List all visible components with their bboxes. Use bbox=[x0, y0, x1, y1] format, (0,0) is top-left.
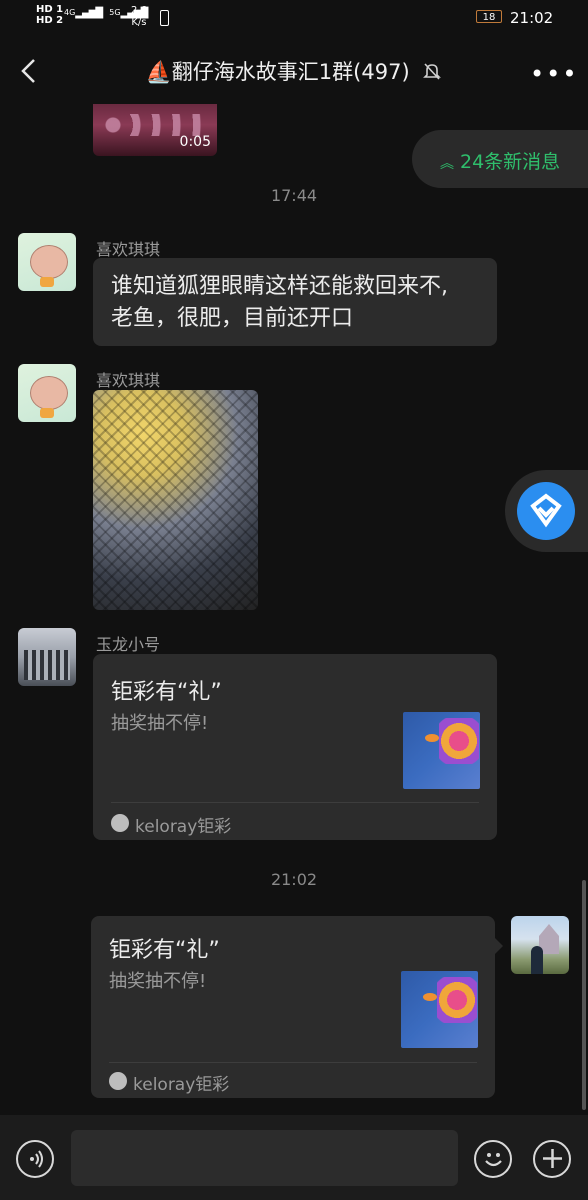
card-title: 钜彩有“礼” bbox=[109, 938, 220, 963]
link-card-message[interactable]: 钜彩有“礼” 抽奖抽不停! keloray钜彩 bbox=[93, 654, 497, 840]
more-button[interactable]: ••• bbox=[530, 60, 578, 88]
plus-icon bbox=[542, 1149, 562, 1168]
emoji-icon bbox=[484, 1153, 502, 1167]
floating-assistant-button[interactable] bbox=[517, 482, 575, 540]
emoji-button[interactable] bbox=[474, 1140, 512, 1178]
status-time: 21:02 bbox=[510, 9, 554, 27]
source-logo-icon bbox=[109, 1072, 127, 1090]
battery-icon: 18 bbox=[476, 10, 502, 23]
chevron-left-icon bbox=[21, 59, 35, 83]
card-divider bbox=[111, 802, 479, 803]
card-source: keloray钜彩 bbox=[135, 817, 232, 837]
bubble-tail bbox=[495, 938, 503, 954]
phone-vibrate-icon bbox=[160, 10, 169, 26]
sender-name: 玉龙小号 bbox=[96, 635, 161, 654]
hd1-label: HD 1 bbox=[36, 4, 64, 15]
avatar[interactable] bbox=[18, 233, 76, 291]
image-message[interactable] bbox=[93, 390, 258, 610]
link-card-message-self[interactable]: 钜彩有“礼” 抽奖抽不停! keloray钜彩 bbox=[91, 916, 495, 1098]
add-button[interactable] bbox=[533, 1140, 571, 1178]
net-speed: 2.6 K/s bbox=[131, 5, 147, 29]
pig-avatar-face bbox=[30, 376, 68, 410]
timestamp: 17:44 bbox=[270, 186, 318, 205]
voice-icon bbox=[29, 1150, 43, 1168]
sender-name: 喜欢琪琪 bbox=[96, 240, 161, 259]
back-button[interactable] bbox=[20, 58, 38, 84]
page-title: ⛵翻仔海水故事汇1群(497) bbox=[100, 56, 488, 86]
card-thumbnail bbox=[401, 971, 478, 1048]
signal-1-label: 4G bbox=[64, 8, 76, 17]
person-decor bbox=[531, 946, 543, 974]
message-text-line: 谁知道狐狸眼睛这样还能救回来不, bbox=[111, 274, 448, 299]
fish-decor bbox=[423, 993, 437, 1001]
card-subtitle: 抽奖抽不停! bbox=[111, 713, 209, 734]
avatar[interactable] bbox=[18, 364, 76, 422]
new-messages-label[interactable]: ︽ 24条新消息 bbox=[440, 147, 560, 174]
card-title: 钜彩有“礼” bbox=[111, 680, 222, 705]
card-divider bbox=[109, 1062, 477, 1063]
card-subtitle: 抽奖抽不停! bbox=[109, 971, 207, 992]
timestamp: 21:02 bbox=[270, 870, 318, 889]
battery-level: 18 bbox=[482, 12, 496, 23]
net-texture bbox=[93, 390, 258, 610]
bell-off-icon bbox=[423, 63, 442, 80]
hd2-label: HD 2 bbox=[36, 15, 64, 26]
network-labels: HD 1 HD 2 bbox=[36, 4, 63, 26]
avatar-self[interactable] bbox=[511, 916, 569, 974]
video-duration: 0:05 bbox=[179, 134, 211, 150]
signal-2-label: 5G bbox=[109, 8, 121, 17]
card-thumbnail bbox=[403, 712, 480, 789]
coral-decor bbox=[437, 977, 477, 1023]
speed-value: 2.6 bbox=[131, 5, 147, 16]
message-input[interactable] bbox=[71, 1130, 458, 1186]
sender-name: 喜欢琪琪 bbox=[96, 371, 161, 390]
avatar-accent bbox=[40, 408, 54, 418]
video-message[interactable]: 0:05 bbox=[93, 104, 217, 156]
chat-title: ⛵翻仔海水故事汇1群(497) bbox=[145, 60, 410, 84]
pig-avatar-face bbox=[30, 245, 68, 279]
text-message-bubble[interactable]: 谁知道狐狸眼睛这样还能救回来不, 老鱼，很肥，目前还开口 bbox=[93, 258, 497, 346]
more-icon: ••• bbox=[530, 60, 579, 88]
scrollbar[interactable] bbox=[582, 880, 586, 1110]
avatar[interactable] bbox=[18, 628, 76, 686]
building-columns-decor bbox=[24, 650, 70, 680]
card-source: keloray钜彩 bbox=[133, 1075, 230, 1095]
double-chevron-up-icon: ︽ bbox=[440, 156, 454, 172]
new-messages-text: 24条新消息 bbox=[460, 151, 561, 173]
source-logo-icon bbox=[111, 814, 129, 832]
fish-decor bbox=[425, 734, 439, 742]
assistant-logo-icon bbox=[530, 493, 562, 528]
message-text-line: 老鱼，很肥，目前还开口 bbox=[111, 306, 354, 331]
speed-unit: K/s bbox=[131, 17, 147, 28]
video-thumbnail-decor bbox=[103, 114, 203, 136]
avatar-accent bbox=[40, 277, 54, 287]
coral-decor bbox=[439, 718, 479, 764]
status-bar: HD 1 HD 2 4G▂▄▆█ 5G▂▄▆█ 2.6 K/s 18 21:02 bbox=[0, 0, 588, 38]
voice-button[interactable] bbox=[16, 1140, 54, 1178]
